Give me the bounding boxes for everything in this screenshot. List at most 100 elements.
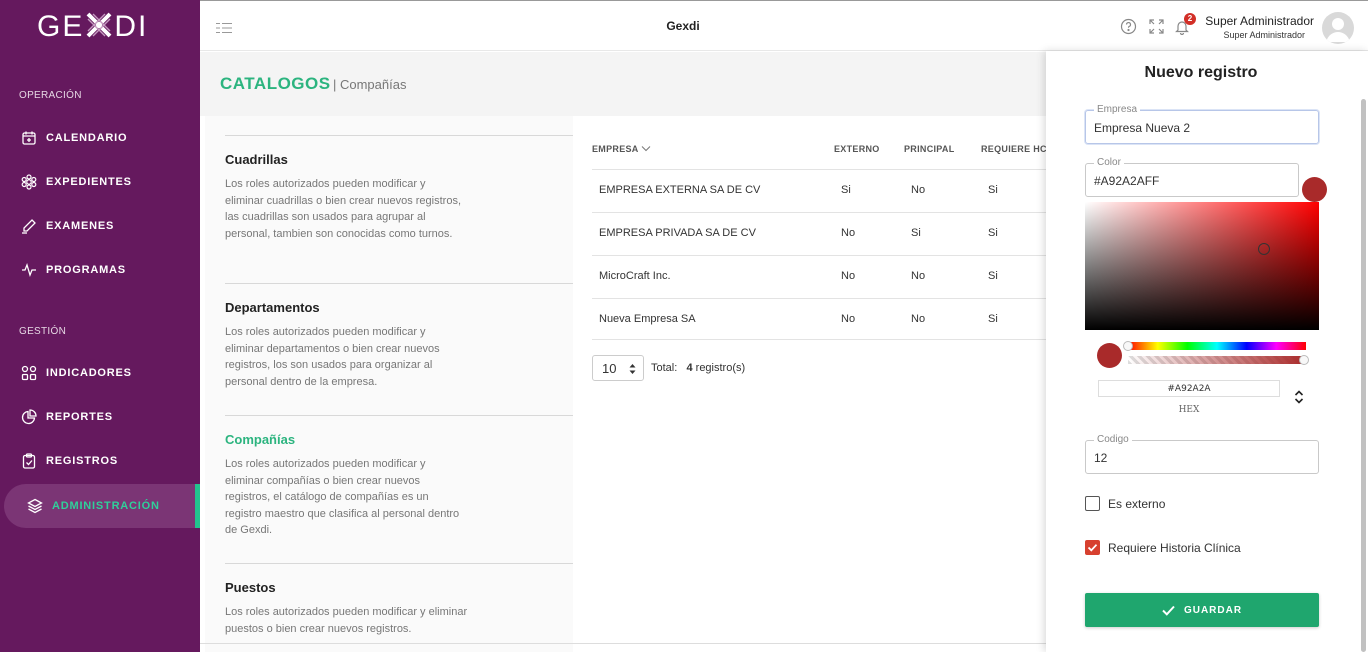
sidebar-item-label: ADMINISTRACIÓN — [52, 500, 160, 512]
catalog-description: Los roles autorizados pueden modificar y… — [225, 178, 461, 240]
format-toggle-icon[interactable] — [1294, 389, 1304, 405]
check-icon — [1162, 605, 1175, 616]
empresa-field[interactable]: Empresa Empresa Nueva 2 — [1085, 104, 1319, 144]
gear-flower-icon — [20, 173, 38, 191]
user-role: Super Administrador — [1223, 30, 1305, 40]
catalog-title: Cuadrillas — [225, 152, 288, 167]
catalog-title: Departamentos — [225, 300, 320, 315]
help-icon[interactable] — [1120, 18, 1137, 40]
empresa-label: Empresa — [1094, 104, 1141, 115]
drawer-title: Nuevo registro — [1144, 64, 1258, 81]
sidebar-item-label: REPORTES — [46, 411, 113, 423]
catalog-description: Los roles autorizados pueden modificar y… — [225, 606, 468, 635]
sidebar-item-calendario[interactable]: CALENDARIO — [0, 116, 200, 160]
column-header-principal[interactable]: PRINCIPAL — [904, 144, 955, 154]
hex-label: HEX — [1178, 405, 1200, 415]
catalog-item-companias[interactable]: Compañías Los roles autorizados pueden m… — [225, 415, 573, 539]
page-header: CATALOGOS | Compañías — [200, 52, 1046, 116]
fullscreen-icon[interactable] — [1149, 19, 1164, 39]
topbar: Gexdi 2 Super Administrador Super Admini… — [200, 0, 1368, 51]
codigo-value: 12 — [1094, 451, 1108, 465]
sidebar-item-label: CALENDARIO — [46, 132, 128, 144]
sidebar-item-examenes[interactable]: EXAMENES — [0, 204, 200, 248]
divider — [200, 643, 1046, 644]
catalog-item-cuadrillas[interactable]: Cuadrillas Los roles autorizados pueden … — [225, 135, 573, 242]
select-arrows-icon — [629, 363, 636, 376]
sidebar-item-administracion[interactable]: ADMINISTRACIÓN — [4, 484, 200, 528]
cell-principal: No — [911, 184, 926, 196]
cell-externo: No — [841, 313, 856, 325]
hex-input[interactable]: #A92A2A — [1098, 380, 1280, 397]
color-swatch[interactable] — [1302, 177, 1327, 202]
sidebar-item-label: EXPEDIENTES — [46, 176, 132, 188]
alpha-slider-handle[interactable] — [1299, 355, 1309, 365]
es-externo-checkbox[interactable] — [1085, 496, 1100, 511]
sidebar-item-label: PROGRAMAS — [46, 264, 126, 276]
clipboard-check-icon — [20, 452, 38, 470]
hue-slider-handle[interactable] — [1123, 341, 1133, 351]
catalog-title: Puestos — [225, 580, 276, 595]
cell-principal: No — [911, 270, 926, 282]
cell-requiere-hc: Si — [988, 184, 998, 196]
sidebar-item-expedientes[interactable]: EXPEDIENTES — [0, 160, 200, 204]
cell-empresa: Nueva Empresa SA — [599, 313, 696, 325]
cell-requiere-hc: Si — [988, 313, 998, 325]
catalog-description: Los roles autorizados pueden modificar y… — [225, 326, 440, 388]
catalog-description: Los roles autorizados pueden modificar y… — [225, 458, 460, 537]
empresa-value: Empresa Nueva 2 — [1094, 121, 1191, 135]
color-field[interactable]: Color #A92A2AFF — [1085, 157, 1299, 197]
table-row[interactable]: MicroCraft Inc. No No Si — [592, 255, 1046, 298]
column-header-externo[interactable]: EXTERNO — [834, 144, 880, 154]
section-operacion: OPERACIÓN — [19, 90, 82, 101]
column-header-empresa[interactable]: EMPRESA — [592, 144, 651, 154]
sidebar-item-label: REGISTROS — [46, 455, 118, 467]
grid-icon — [20, 364, 38, 382]
chevron-down-icon — [641, 144, 651, 154]
sidebar-item-indicadores[interactable]: INDICADORES — [0, 351, 200, 395]
catalog-item-puestos[interactable]: Puestos Los roles autorizados pueden mod… — [225, 563, 573, 637]
catalog-title: Compañías — [225, 432, 296, 447]
page-title: CATALOGOS — [220, 74, 331, 93]
picker-cursor[interactable] — [1258, 243, 1270, 255]
codigo-field[interactable]: Codigo 12 — [1085, 434, 1319, 474]
sidebar-item-programas[interactable]: PROGRAMAS — [0, 248, 200, 292]
gexdi-logo[interactable]: GE DI — [37, 10, 148, 44]
sidebar-item-reportes[interactable]: REPORTES — [0, 395, 200, 439]
drawer-scrollbar[interactable] — [1361, 99, 1366, 652]
cell-empresa: EMPRESA EXTERNA SA DE CV — [599, 184, 761, 196]
color-preview — [1097, 343, 1122, 368]
sidebar-item-registros[interactable]: REGISTROS — [0, 439, 200, 483]
pie-chart-icon — [20, 408, 38, 426]
hue-slider[interactable] — [1128, 342, 1306, 350]
avatar[interactable] — [1322, 12, 1354, 44]
pen-icon — [20, 217, 38, 235]
cell-principal: Si — [911, 227, 921, 239]
column-header-requiere-hc[interactable]: REQUIERE HC — [981, 144, 1046, 154]
pulse-icon — [20, 261, 38, 279]
codigo-label: Codigo — [1094, 434, 1132, 445]
cell-empresa: MicroCraft Inc. — [599, 270, 671, 282]
color-label: Color — [1094, 157, 1124, 168]
table-row[interactable]: EMPRESA PRIVADA SA DE CV No Si Si — [592, 212, 1046, 255]
cell-externo: No — [841, 227, 856, 239]
color-saturation-picker[interactable] — [1085, 202, 1319, 330]
new-record-drawer: Nuevo registro Empresa Empresa Nueva 2 C… — [1046, 51, 1368, 652]
requiere-historia-label: Requiere Historia Clínica — [1108, 541, 1241, 555]
save-button[interactable]: GUARDAR — [1085, 593, 1319, 627]
app-title: Gexdi — [666, 19, 700, 33]
color-value: #A92A2AFF — [1094, 174, 1160, 188]
save-label: GUARDAR — [1183, 604, 1243, 616]
page-size-select[interactable]: 10 — [592, 355, 644, 381]
user-name[interactable]: Super Administrador — [1205, 14, 1314, 28]
table-row[interactable]: Nueva Empresa SA No No Si — [592, 298, 1046, 340]
logo-mark-icon — [85, 11, 113, 39]
alpha-slider[interactable] — [1128, 356, 1306, 364]
total-records: Total: 4 registro(s) — [651, 362, 746, 374]
cell-requiere-hc: Si — [988, 270, 998, 282]
sidebar: GE DI OPERACIÓN CALENDARIO EXPEDIENTES EX… — [0, 0, 200, 652]
requiere-historia-checkbox[interactable] — [1085, 540, 1100, 555]
cell-externo: No — [841, 270, 856, 282]
catalog-item-departamentos[interactable]: Departamentos Los roles autorizados pued… — [225, 283, 573, 390]
cell-externo: Si — [841, 184, 851, 196]
table-row[interactable]: EMPRESA EXTERNA SA DE CV Si No Si — [592, 169, 1046, 212]
